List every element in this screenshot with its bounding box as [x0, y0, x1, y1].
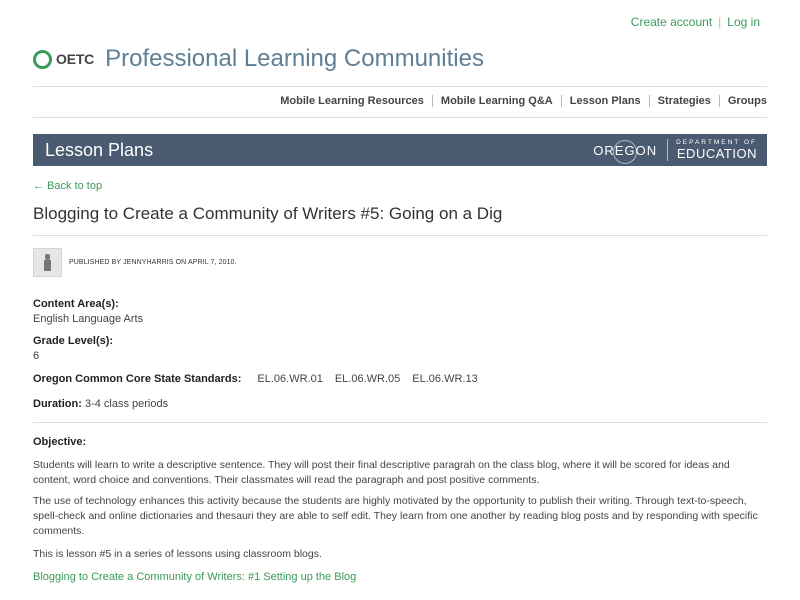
nav-divider [431, 95, 433, 107]
content-area-label: Content Area(s): [33, 298, 119, 310]
banner-title: Lesson Plans [45, 140, 154, 160]
logo-divider [667, 139, 669, 161]
fields-divider [33, 422, 767, 423]
content-area-value: English Language Arts [33, 313, 144, 325]
section-banner: Lesson Plans OREGON DEPARTMENT OF EDUCAT… [33, 134, 767, 166]
logo-oregon-text: OREGON [593, 139, 657, 164]
title-divider [33, 235, 767, 236]
nav-divider [560, 95, 562, 107]
standard-item: EL.06.WR.13 [412, 373, 478, 385]
oregon-dept-education-logo[interactable]: OREGON DEPARTMENT OF EDUCATION [593, 137, 757, 164]
published-by-text: PUBLISHED BY JENNYHARRIS ON APRIL 7, 201… [69, 259, 237, 266]
account-links: Create account | Log in [631, 15, 760, 29]
objective-paragraph-3: This is lesson #5 in a series of lessons… [33, 548, 322, 560]
standards-label: Oregon Common Core State Standards: [33, 373, 242, 385]
main-nav: Mobile Learning Resources Mobile Learnin… [280, 95, 767, 107]
back-to-top-link[interactable]: ← Back to top [33, 180, 102, 192]
duration-label: Duration: [33, 398, 82, 410]
state-seal-icon [613, 139, 638, 164]
nav-item-mobile-learning-qa[interactable]: Mobile Learning Q&A [441, 95, 553, 107]
site-brand[interactable]: OETC Professional Learning Communities [33, 44, 484, 74]
nav-divider [718, 95, 720, 107]
grade-level-label: Grade Level(s): [33, 335, 114, 347]
standards-row: Oregon Common Core State Standards: EL.0… [33, 373, 490, 385]
site-title[interactable]: Professional Learning Communities [105, 45, 484, 73]
duration-row: Duration: 3-4 class periods [33, 398, 168, 410]
nav-item-lesson-plans[interactable]: Lesson Plans [570, 95, 641, 107]
byline: PUBLISHED BY JENNYHARRIS ON APRIL 7, 201… [33, 248, 237, 277]
avatar[interactable] [33, 248, 62, 277]
duration-value: 3-4 class periods [84, 398, 169, 410]
nav-item-groups[interactable]: Groups [728, 95, 767, 107]
divider: | [718, 15, 722, 29]
user-body-icon [44, 260, 51, 271]
oetc-logo[interactable]: OETC [33, 49, 95, 69]
create-account-link[interactable]: Create account [631, 15, 712, 29]
logo-text: OETC [56, 51, 95, 67]
nav-divider [648, 95, 650, 107]
objective-paragraph-2: The use of technology enhances this acti… [33, 495, 758, 537]
series-lesson-link[interactable]: Blogging to Create a Community of Writer… [33, 571, 356, 583]
nav-divider-line [33, 117, 767, 118]
logo-dept-block: DEPARTMENT OF EDUCATION [676, 139, 757, 161]
education-label: EDUCATION [676, 146, 757, 161]
objective-label: Objective: [33, 436, 87, 448]
logo-ring-icon [33, 49, 52, 69]
objective-paragraph-1: Students will learn to write a descripti… [33, 459, 730, 486]
header-divider [33, 86, 767, 87]
standard-item: EL.06.WR.05 [334, 373, 401, 385]
page-title: Blogging to Create a Community of Writer… [33, 204, 503, 223]
login-link[interactable]: Log in [727, 15, 760, 29]
nav-item-strategies[interactable]: Strategies [658, 95, 711, 107]
nav-item-mobile-learning-resources[interactable]: Mobile Learning Resources [280, 95, 424, 107]
grade-level-value: 6 [33, 350, 40, 362]
standard-item: EL.06.WR.01 [257, 373, 323, 385]
